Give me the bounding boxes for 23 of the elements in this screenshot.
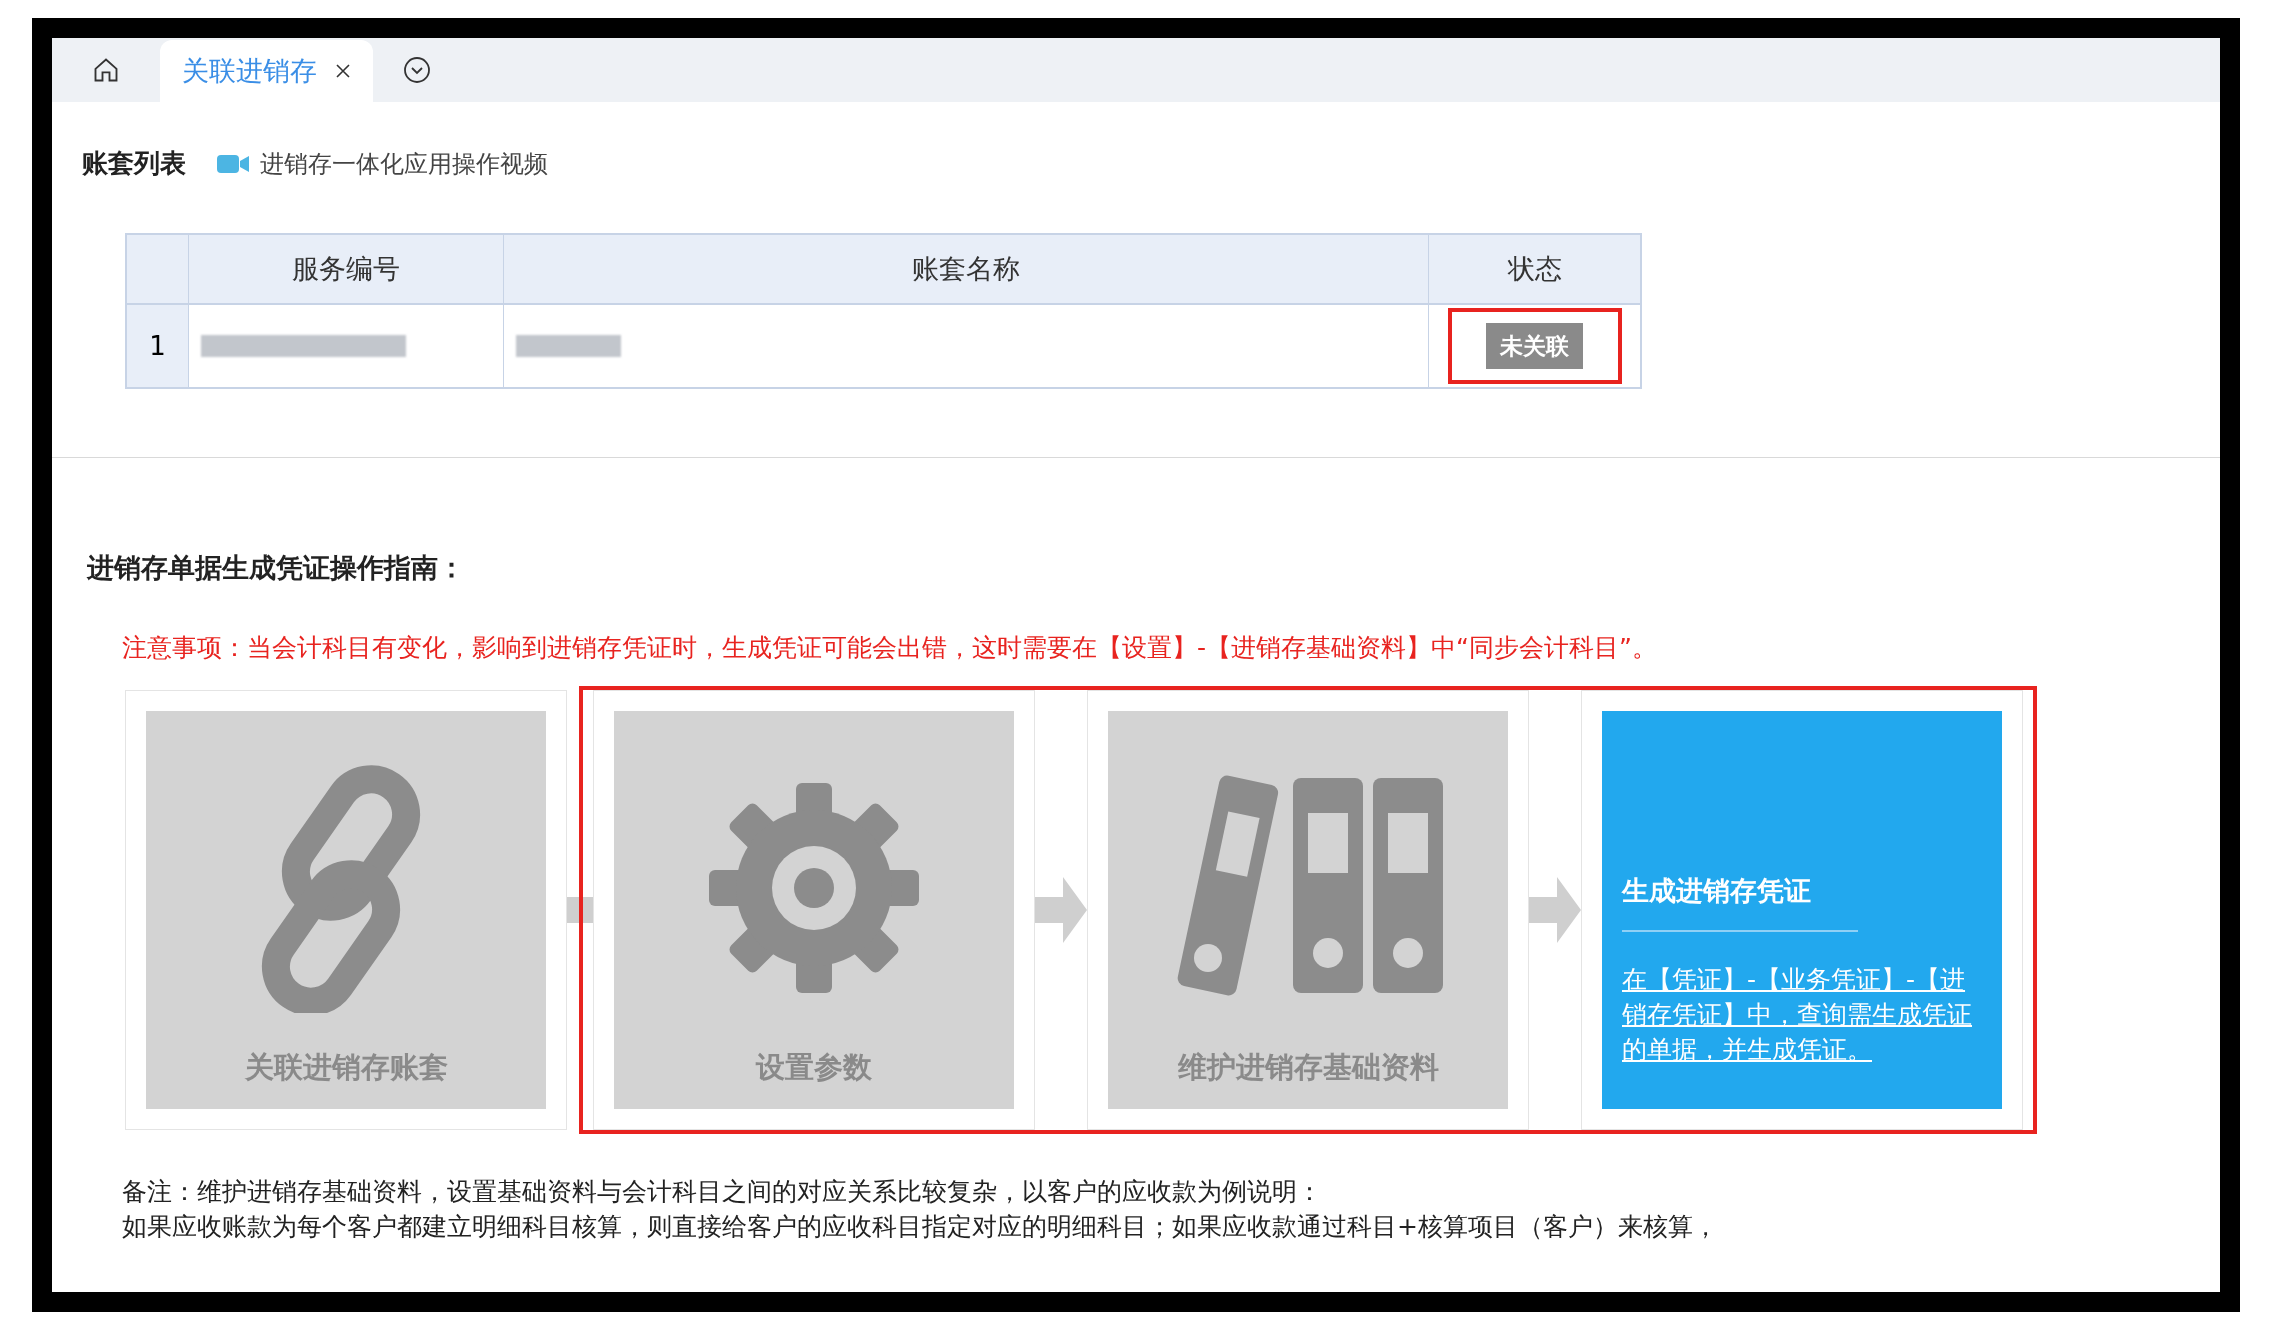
status-button[interactable]: 未关联: [1486, 322, 1583, 370]
section-title: 账套列表: [82, 147, 186, 180]
guide-title: 进销存单据生成凭证操作指南：: [85, 551, 466, 585]
column-header: 状态: [1506, 251, 1563, 286]
arrow-icon: [1529, 875, 1581, 945]
arrow-icon: [1035, 875, 1087, 945]
video-camera-icon: [216, 152, 250, 175]
step-label: 维护进销存基础资料: [1177, 1048, 1439, 1086]
dropdown-icon[interactable]: [403, 56, 431, 84]
tab[interactable]: 关联进销存: [160, 40, 373, 102]
close-icon[interactable]: [335, 63, 351, 79]
video-link[interactable]: 进销存一体化应用操作视频: [260, 145, 548, 182]
step-title: 生成进销存凭证: [1622, 871, 1858, 932]
home-icon[interactable]: [92, 56, 120, 84]
step-label: 关联进销存账套: [244, 1048, 448, 1086]
step-link[interactable]: 在【凭证】-【业务凭证】-【进销存凭证】中，查询需生成凭证的单据，并生成凭证。: [1622, 961, 1972, 1067]
note-text: 如果应收账款为每个客户都建立明细科目核算，则直接给客户的应收科目指定对应的明细科目；如果应收款通过科目+核算项目（客户）来核算，: [122, 1211, 1719, 1243]
row-number: 1: [127, 305, 189, 387]
note-text: 备注：维护进销存基础资料，设置基础资料与会计科目之间的对应关系比较复杂，以客户的应收款为例说明：: [122, 1176, 1323, 1208]
column-header: 服务编号: [189, 235, 504, 303]
column-header: 账套名称: [504, 235, 1429, 303]
step-label: 设置参数: [756, 1048, 872, 1086]
notice-text: 注意事项：当会计科目有变化，影响到进销存凭证时，生成凭证可能会出错，这时需要在【设置】-【进销存基础资料】中“同步会计科目”。: [121, 631, 1658, 664]
